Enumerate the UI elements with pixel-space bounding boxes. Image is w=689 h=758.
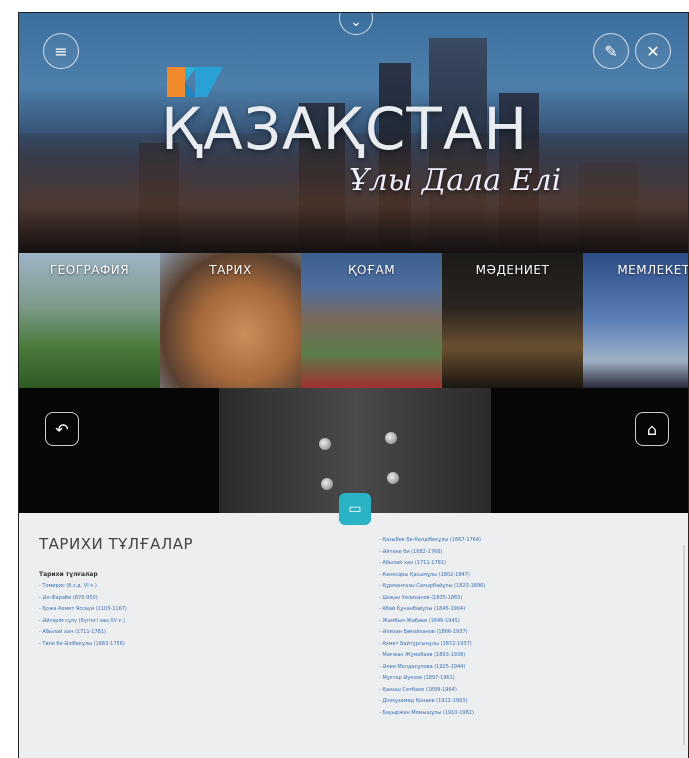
back-button[interactable]: ↶ — [45, 412, 79, 446]
section-heading: ТАРИХИ ТҰЛҒАЛАР — [39, 535, 194, 553]
person-link[interactable]: - Жамбыл Жабаев (1846-1945) — [379, 616, 485, 628]
person-link[interactable]: - Қаныш Сәтбаев (1899-1964) — [379, 685, 485, 697]
person-link[interactable]: - Әйтеке би (1682-1766) — [379, 547, 485, 559]
category-culture[interactable]: МӘДЕНИЕТ — [442, 253, 583, 388]
person-link[interactable]: - Мұхтар Әуезов (1897-1961) — [379, 673, 485, 685]
kz-logo — [167, 67, 223, 97]
hero-banner: ⌄ ≡ ✎ ✕ ҚАЗАҚСТАН Ұлы Дала Елі — [19, 13, 688, 253]
right-link-list: - Қазыбек би Келдібекұлы (1667-1764) - Ә… — [379, 535, 485, 719]
content-panel: ТАРИХИ ТҰЛҒАЛАР Тарихи тұлғалар - Томири… — [19, 513, 688, 758]
section-subheading: Тарихи тұлғалар — [39, 571, 98, 578]
category-state[interactable]: МЕМЛЕКЕТ — [583, 253, 688, 388]
person-link[interactable]: - Абылай хан (1711-1781) — [39, 627, 127, 639]
home-icon: ⌂ — [646, 419, 658, 439]
category-history[interactable]: ТАРИХ — [160, 253, 301, 388]
screen-icon: ▭ — [348, 501, 362, 517]
close-icon: ✕ — [646, 41, 660, 61]
person-link[interactable]: - Әлия Молдағұлова (1925-1944) — [379, 662, 485, 674]
person-link[interactable]: - Әл-Фараби (870-950) — [39, 593, 127, 605]
person-link[interactable]: - Қожа Ахмет Яссауи (1103-1167) — [39, 604, 127, 616]
hero-subtitle: Ұлы Дала Елі — [349, 163, 562, 198]
person-link[interactable]: - Абай Құнанбайұлы (1845-1904) — [379, 604, 485, 616]
category-label: ҚОҒАМ — [347, 263, 396, 277]
screen-toggle-button[interactable]: ▭ — [339, 493, 371, 525]
category-label: МЕМЛЕКЕТ — [617, 263, 688, 277]
hero-title: ҚАЗАҚСТАН — [161, 95, 529, 163]
person-link[interactable]: - Томирис (б.з.д. VI ғ.) — [39, 581, 127, 593]
left-link-list: - Томирис (б.з.д. VI ғ.) - Әл-Фараби (87… — [39, 581, 127, 650]
category-geography[interactable]: ГЕОГРАФИЯ — [19, 253, 160, 388]
edit-icon: ✎ — [604, 41, 618, 61]
menu-icon: ≡ — [54, 41, 68, 61]
person-link[interactable]: - Кенесары Қасымұлы (1802-1847) — [379, 570, 485, 582]
category-label: МӘДЕНИЕТ — [475, 263, 550, 277]
back-icon: ↶ — [55, 419, 69, 439]
category-label: ТАРИХ — [209, 263, 252, 277]
home-button[interactable]: ⌂ — [635, 412, 669, 446]
chevron-down-icon[interactable]: ⌄ — [339, 13, 373, 35]
person-link[interactable]: - Әйгерім сұлу (бүгінгі заң XV ғ.) — [39, 616, 127, 628]
close-button[interactable]: ✕ — [635, 33, 671, 69]
edit-button[interactable]: ✎ — [593, 33, 629, 69]
person-link[interactable]: - Төле би Әлібекұлы (1663-1756) — [39, 639, 127, 651]
person-link[interactable]: - Шоқан Уәлиханов (1835-1865) — [379, 593, 485, 605]
person-link[interactable]: - Ахмет Байтұрсынұлы (1872-1937) — [379, 639, 485, 651]
category-label: ГЕОГРАФИЯ — [49, 263, 130, 277]
scrollbar[interactable] — [683, 545, 685, 745]
app-frame: ⌄ ≡ ✎ ✕ ҚАЗАҚСТАН Ұлы Дала Елі ГЕОГРАФИЯ… — [19, 13, 688, 758]
person-link[interactable]: - Әлихан Бөкейханов (1866-1937) — [379, 627, 485, 639]
person-link[interactable]: - Дінмұхамед Қонаев (1912-1993) — [379, 696, 485, 708]
category-strip: ГЕОГРАФИЯ ТАРИХ ҚОҒАМ МӘДЕНИЕТ МЕМЛЕКЕТ — [19, 253, 688, 388]
person-link[interactable]: - Құрманғазы Сағырбайұлы (1823-1896) — [379, 581, 485, 593]
person-link[interactable]: - Абылай хан (1711-1781) — [379, 558, 485, 570]
person-link[interactable]: - Бауыржан Момышұлы (1910-1982) — [379, 708, 485, 720]
menu-button[interactable]: ≡ — [43, 33, 79, 69]
person-link[interactable]: - Мағжан Жұмабаев (1893-1938) — [379, 650, 485, 662]
person-link[interactable]: - Қазыбек би Келдібекұлы (1667-1764) — [379, 535, 485, 547]
category-society[interactable]: ҚОҒАМ — [301, 253, 442, 388]
